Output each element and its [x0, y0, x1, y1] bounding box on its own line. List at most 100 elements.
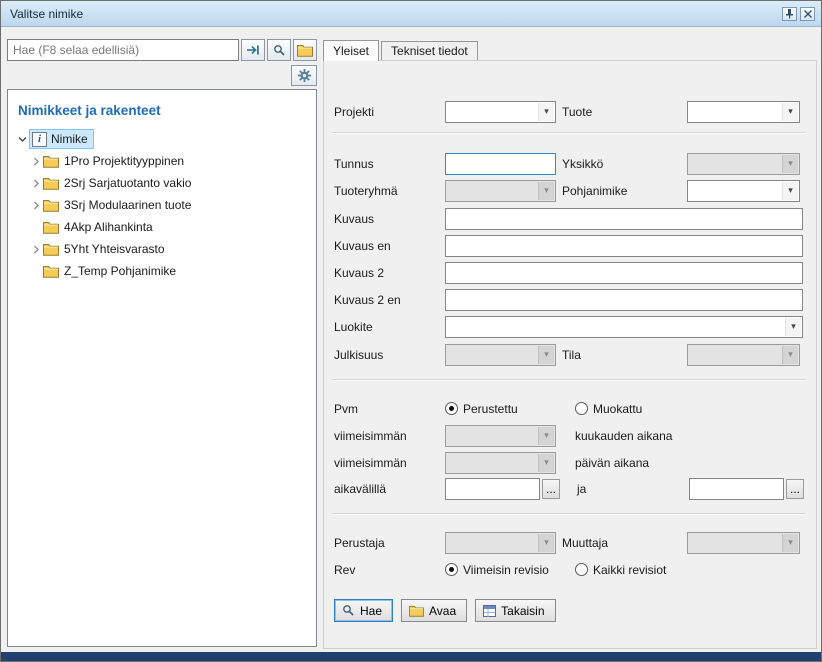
search-icon [273, 44, 286, 57]
pohjanimike-dropdown[interactable]: ▾ [687, 180, 800, 202]
tila-dropdown[interactable]: ▾ [687, 344, 800, 366]
kuvaus-2-input[interactable] [445, 262, 803, 284]
close-button[interactable] [800, 7, 815, 21]
folder-icon [43, 177, 59, 190]
pvm-label: Pvm [334, 402, 445, 416]
tuoteryhma-label: Tuoteryhmä [334, 184, 445, 198]
chevron-down-icon: ▾ [538, 534, 554, 552]
row-rev: Rev Viimeisin revisio Kaikki revisiot [334, 558, 803, 581]
tab-yleiset[interactable]: Yleiset [323, 40, 379, 61]
chevron-collapsed-icon[interactable] [29, 179, 43, 188]
projekti-dropdown[interactable]: ▾ [445, 101, 556, 123]
pin-button[interactable] [782, 7, 797, 21]
takaisin-button-label: Takaisin [501, 604, 544, 618]
chevron-collapsed-icon[interactable] [29, 157, 43, 166]
search-magnifier-button[interactable] [267, 39, 291, 61]
projekti-label: Projekti [334, 105, 445, 119]
kuukausi-dropdown[interactable]: ▾ [445, 425, 556, 447]
tuote-label: Tuote [562, 105, 687, 119]
back-list-icon [483, 605, 496, 617]
row-perustaja: Perustaja ▾ Muuttaja ▾ [334, 531, 803, 554]
row-luokite: Luokite ▾ [334, 315, 803, 338]
takaisin-button[interactable]: Takaisin [475, 599, 555, 622]
tunnus-input[interactable] [445, 153, 556, 175]
tree-item-3srj[interactable]: 3Srj Modulaarinen tuote [8, 194, 316, 216]
folder-icon [43, 221, 59, 234]
hae-button-label: Hae [360, 604, 382, 618]
perustaja-dropdown[interactable]: ▾ [445, 532, 556, 554]
chevron-down-icon: ▾ [782, 346, 798, 364]
gear-row [291, 65, 317, 86]
muuttaja-label: Muuttaja [562, 536, 687, 550]
radio-perustettu[interactable]: Perustettu [445, 402, 575, 416]
folder-icon [43, 265, 59, 278]
right-panel: Yleiset Tekniset tiedot Projekti ▾ Tuote… [323, 39, 817, 649]
aikavali-loppu-input[interactable] [689, 478, 784, 500]
chevron-down-icon: ▾ [538, 346, 554, 364]
folder-icon [409, 605, 424, 617]
chevron-expanded-icon[interactable] [15, 135, 29, 144]
paiva-dropdown[interactable]: ▾ [445, 452, 556, 474]
aikavali-alku-input[interactable] [445, 478, 540, 500]
tab-strip: Yleiset Tekniset tiedot [323, 39, 817, 60]
avaa-button-label: Avaa [429, 604, 456, 618]
viimeisimman-label: viimeisimmän [334, 429, 445, 443]
settings-gear-button[interactable] [291, 65, 317, 86]
tree-item-2srj[interactable]: 2Srj Sarjatuotanto vakio [8, 172, 316, 194]
window-title: Valitse nimike [10, 7, 779, 21]
viimeisimman-label: viimeisimmän [334, 456, 445, 470]
rev-label: Rev [334, 563, 445, 577]
tree-root-nimike[interactable]: i Nimike [8, 128, 316, 150]
pin-icon [784, 8, 795, 19]
tab-tekniset-tiedot[interactable]: Tekniset tiedot [381, 41, 478, 60]
julkisuus-dropdown[interactable]: ▾ [445, 344, 556, 366]
row-pvm: Pvm Perustettu Muokattu [334, 397, 803, 420]
kuvaus-en-label: Kuvaus en [334, 239, 445, 253]
tree-item-4akp[interactable]: 4Akp Alihankinta [8, 216, 316, 238]
tree-item-1pro[interactable]: 1Pro Projektityyppinen [8, 150, 316, 172]
radio-kaikki-revisiot[interactable]: Kaikki revisiot [575, 563, 666, 577]
gear-icon [297, 68, 312, 83]
tree-item-label: 3Srj Modulaarinen tuote [64, 198, 191, 212]
chevron-collapsed-icon[interactable] [29, 245, 43, 254]
row-aikavalilla: aikavälillä ... ja ... [334, 477, 803, 500]
close-icon [803, 9, 813, 19]
aikavali-loppu-browse-button[interactable]: ... [786, 479, 804, 499]
row-action-buttons: Hae Avaa Takaisin [334, 599, 803, 622]
search-open-folder-button[interactable] [293, 39, 317, 61]
muokattu-label: Muokattu [593, 402, 642, 416]
tuoteryhma-dropdown[interactable]: ▾ [445, 180, 556, 202]
radio-unselected-icon [575, 402, 588, 415]
tree-item-ztemp[interactable]: Z_Temp Pohjanimike [8, 260, 316, 282]
kuvaus-input[interactable] [445, 208, 803, 230]
tree-item-5yht[interactable]: 5Yht Yhteisvarasto [8, 238, 316, 260]
window-bottom-strip [1, 652, 821, 661]
separator [332, 379, 806, 381]
yksikko-dropdown[interactable]: ▾ [687, 153, 800, 175]
row-viimeisimman-kuukauden: viimeisimmän ▾ kuukauden aikana [334, 424, 803, 447]
tree-heading: Nimikkeet ja rakenteet [18, 103, 316, 118]
tuote-dropdown[interactable]: ▾ [687, 101, 800, 123]
viimeisin-revisio-label: Viimeisin revisio [463, 563, 549, 577]
search-go-button[interactable] [241, 39, 265, 61]
muuttaja-dropdown[interactable]: ▾ [687, 532, 800, 554]
aikavali-alku-browse-button[interactable]: ... [542, 479, 560, 499]
radio-viimeisin-revisio[interactable]: Viimeisin revisio [445, 563, 575, 577]
pohjanimike-label: Pohjanimike [562, 184, 687, 198]
chevron-collapsed-icon[interactable] [29, 201, 43, 210]
chevron-down-icon: ▾ [538, 427, 554, 445]
search-input[interactable] [7, 39, 239, 61]
tree-root-label: Nimike [51, 132, 88, 146]
row-julkisuus: Julkisuus ▾ Tila ▾ [334, 343, 803, 366]
hae-button[interactable]: Hae [334, 599, 393, 622]
kuvaus-2-en-input[interactable] [445, 289, 803, 311]
paivan-aikana-label: päivän aikana [575, 456, 649, 470]
radio-muokattu[interactable]: Muokattu [575, 402, 642, 416]
radio-unselected-icon [575, 563, 588, 576]
avaa-button[interactable]: Avaa [401, 599, 467, 622]
tree-selection: i Nimike [29, 129, 94, 149]
row-kuvaus: Kuvaus [334, 207, 803, 230]
folder-icon [43, 199, 59, 212]
luokite-dropdown[interactable]: ▾ [445, 316, 803, 338]
kuvaus-en-input[interactable] [445, 235, 803, 257]
